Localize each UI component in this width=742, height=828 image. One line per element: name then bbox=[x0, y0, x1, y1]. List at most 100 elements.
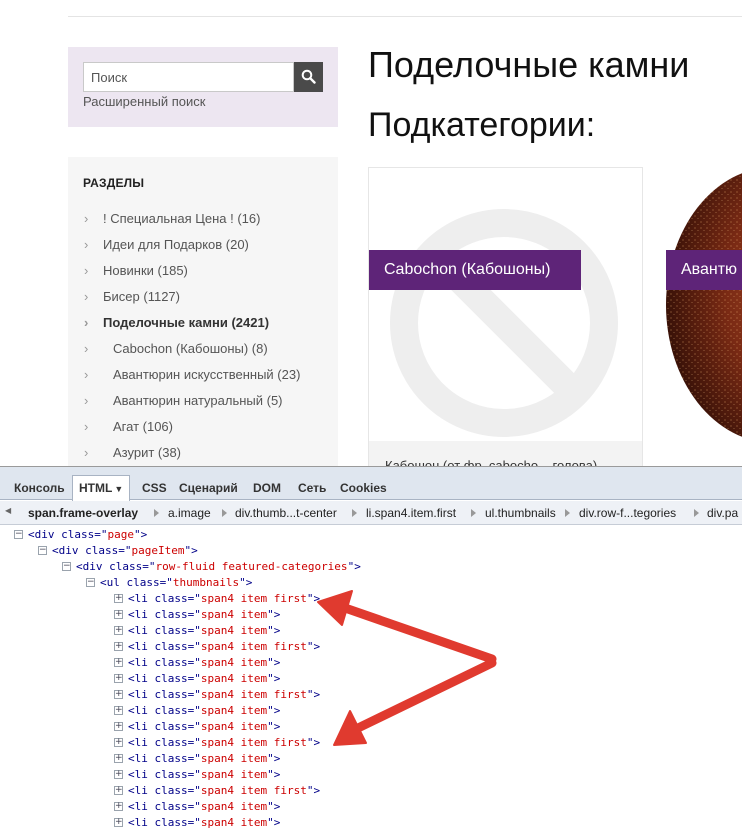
attr-eq: =" bbox=[187, 688, 201, 701]
collapse-icon[interactable]: − bbox=[86, 577, 95, 587]
html-tree-row[interactable]: + <li class="span4 item"> bbox=[114, 703, 280, 719]
attr-name: class bbox=[154, 608, 188, 621]
expand-icon[interactable]: + bbox=[114, 737, 123, 747]
dropdown-caret-icon: ▼ bbox=[114, 484, 124, 494]
html-tree-row[interactable]: + <li class="span4 item"> bbox=[114, 799, 280, 815]
expand-icon[interactable]: + bbox=[114, 593, 123, 603]
expand-icon[interactable]: + bbox=[114, 657, 123, 667]
subcategory-link[interactable]: Cabochon (Кабошоны) (8) bbox=[113, 340, 268, 358]
scroll-left-icon[interactable]: ◀ bbox=[5, 506, 11, 515]
attr-eq: =" bbox=[159, 576, 173, 589]
html-tree-row[interactable]: + <li class="span4 item"> bbox=[114, 767, 280, 783]
subcategory-link[interactable]: Агат (106) bbox=[113, 418, 173, 436]
category-item[interactable]: › Новинки (185) bbox=[83, 262, 333, 288]
collapse-icon[interactable]: − bbox=[14, 529, 23, 539]
subcategory-item[interactable]: › Агат (106) bbox=[83, 418, 333, 444]
html-tree-row[interactable]: + <li class="span4 item first"> bbox=[114, 783, 320, 799]
breadcrumb-item[interactable]: div.row-f...tegories bbox=[579, 506, 676, 520]
html-tree-row[interactable]: + <li class="span4 item first"> bbox=[114, 687, 320, 703]
breadcrumb-item[interactable]: div.pa bbox=[707, 506, 738, 520]
expand-icon[interactable]: + bbox=[114, 769, 123, 779]
annotation-arrow-shaft bbox=[351, 658, 497, 734]
expand-icon[interactable]: + bbox=[114, 801, 123, 811]
card-label[interactable]: Cabochon (Кабошоны) bbox=[369, 250, 581, 290]
category-link[interactable]: Новинки (185) bbox=[103, 262, 188, 280]
tab-script[interactable]: Сценарий bbox=[173, 476, 244, 500]
category-item[interactable]: › ! Специальная Цена ! (16) bbox=[83, 210, 333, 236]
html-tree-row[interactable]: − <div class="page"> bbox=[14, 527, 147, 543]
tab-network[interactable]: Сеть bbox=[292, 476, 332, 500]
subcategory-item[interactable]: › Авантюрин искусственный (23) bbox=[83, 366, 333, 392]
breadcrumb-item[interactable]: ul.thumbnails bbox=[485, 506, 556, 520]
html-tree-row[interactable]: + <li class="span4 item"> bbox=[114, 655, 280, 671]
html-tree-row[interactable]: + <li class="span4 item first"> bbox=[114, 735, 320, 751]
tab-css[interactable]: CSS bbox=[136, 476, 173, 500]
tab-console[interactable]: Консоль bbox=[8, 476, 71, 500]
attr-eq: =" bbox=[187, 608, 201, 621]
html-tree-row[interactable]: + <li class="span4 item"> bbox=[114, 719, 280, 735]
category-link[interactable]: Поделочные камни (2421) bbox=[103, 314, 269, 332]
subcategory-card[interactable]: Кабошон (от фр. cabocho... голова) bbox=[368, 167, 643, 466]
expand-icon[interactable]: + bbox=[114, 689, 123, 699]
html-tree-row[interactable]: + <li class="span4 item"> bbox=[114, 671, 280, 687]
subcategory-link[interactable]: Азурит (38) bbox=[113, 444, 181, 462]
expand-icon[interactable]: + bbox=[114, 817, 123, 827]
expand-icon[interactable]: + bbox=[114, 609, 123, 619]
subcategory-item[interactable]: › Cabochon (Кабошоны) (8) bbox=[83, 340, 333, 366]
tag-close: > bbox=[273, 720, 281, 733]
breadcrumb-item[interactable]: div.thumb...t-center bbox=[235, 506, 337, 520]
expand-icon[interactable]: + bbox=[114, 625, 123, 635]
tag-open: < bbox=[128, 752, 135, 765]
html-tree-row[interactable]: + <li class="span4 item first"> bbox=[114, 639, 320, 655]
web-page: Расширенный поиск РАЗДЕЛЫ › ! Специальная… bbox=[0, 0, 742, 466]
html-tree-row[interactable]: + <li class="span4 item"> bbox=[114, 623, 280, 639]
expand-icon[interactable]: + bbox=[114, 673, 123, 683]
tab-cookies[interactable]: Cookies bbox=[334, 476, 393, 500]
search-input[interactable] bbox=[83, 62, 294, 92]
html-tree-row[interactable]: + <li class="span4 item"> bbox=[114, 751, 280, 767]
expand-icon[interactable]: + bbox=[114, 705, 123, 715]
category-item-active[interactable]: › Поделочные камни (2421) bbox=[83, 314, 333, 340]
tag-close: > bbox=[273, 624, 281, 637]
collapse-icon[interactable]: − bbox=[62, 561, 71, 571]
search-panel: Расширенный поиск bbox=[68, 47, 338, 127]
breadcrumb-item[interactable]: span.frame-overlay bbox=[28, 506, 138, 520]
html-tree-row[interactable]: − <div class="row-fluid featured-categori… bbox=[62, 559, 361, 575]
tag-name: li bbox=[134, 688, 148, 701]
html-tree-row[interactable]: + <li class="span4 item"> bbox=[114, 815, 280, 828]
attr-quote: " bbox=[267, 752, 274, 765]
attr-name: class bbox=[154, 640, 188, 653]
search-button[interactable] bbox=[294, 62, 323, 92]
breadcrumb-separator-icon bbox=[565, 507, 570, 519]
card-label[interactable]: Авантю bbox=[666, 250, 742, 290]
attr-quote: " bbox=[267, 608, 274, 621]
tab-html[interactable]: HTML ▼ bbox=[72, 475, 131, 501]
breadcrumb-item[interactable]: a.image bbox=[168, 506, 211, 520]
category-item[interactable]: › Бисер (1127) bbox=[83, 288, 333, 314]
expand-icon[interactable]: + bbox=[114, 721, 123, 731]
sections-heading: РАЗДЕЛЫ bbox=[83, 176, 145, 190]
collapse-icon[interactable]: − bbox=[38, 545, 47, 555]
category-link[interactable]: ! Специальная Цена ! (16) bbox=[103, 210, 260, 228]
tab-dom[interactable]: DOM bbox=[247, 476, 287, 500]
advanced-search-link[interactable]: Расширенный поиск bbox=[83, 94, 205, 109]
html-tree-row[interactable]: − <ul class="thumbnails"> bbox=[86, 575, 252, 591]
attr-eq: =" bbox=[187, 752, 201, 765]
subcategory-item[interactable]: › Азурит (38) bbox=[83, 444, 333, 466]
category-item[interactable]: › Идеи для Подарков (20) bbox=[83, 236, 333, 262]
attr-value: span4 item first bbox=[200, 688, 307, 701]
breadcrumb-item[interactable]: li.span4.item.first bbox=[366, 506, 456, 520]
category-link[interactable]: Бисер (1127) bbox=[103, 288, 180, 306]
html-tree-row[interactable]: − <div class="pageItem"> bbox=[38, 543, 198, 559]
subcategory-item[interactable]: › Авантюрин натуральный (5) bbox=[83, 392, 333, 418]
expand-icon[interactable]: + bbox=[114, 753, 123, 763]
html-tree-row[interactable]: + <li class="span4 item"> bbox=[114, 607, 280, 623]
html-tree-row[interactable]: + <li class="span4 item first"> bbox=[114, 591, 320, 607]
subcategory-link[interactable]: Авантюрин искусственный (23) bbox=[113, 366, 300, 384]
category-link[interactable]: Идеи для Подарков (20) bbox=[103, 236, 249, 254]
subcategory-link[interactable]: Авантюрин натуральный (5) bbox=[113, 392, 283, 410]
top-divider bbox=[68, 16, 742, 17]
expand-icon[interactable]: + bbox=[114, 785, 123, 795]
subcategory-card[interactable] bbox=[664, 167, 742, 466]
expand-icon[interactable]: + bbox=[114, 641, 123, 651]
